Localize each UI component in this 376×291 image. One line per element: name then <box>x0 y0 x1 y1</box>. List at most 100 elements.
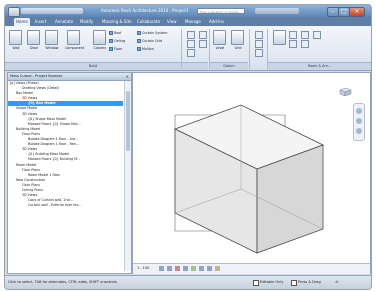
mullion-icon <box>137 47 141 51</box>
ceiling-button[interactable]: Ceiling <box>109 39 125 44</box>
scrollbar[interactable] <box>124 81 131 271</box>
work-plane-icon[interactable] <box>255 31 263 39</box>
room-button[interactable] <box>273 30 286 45</box>
roof-label: Roof <box>114 31 122 35</box>
panel-model-label[interactable] <box>182 62 208 70</box>
press-drag-label: Press & Drag <box>298 280 321 284</box>
search-input[interactable]: Type a keyword or phrase <box>197 8 245 14</box>
area-boundary-icon[interactable] <box>301 31 309 39</box>
panel-room-area-label[interactable]: Room & Are... <box>268 62 371 70</box>
editable-only-label: Editable Only <box>260 280 284 284</box>
scrollbar-thumb[interactable] <box>126 91 130 151</box>
show-icon[interactable] <box>255 49 263 57</box>
tab-manage[interactable]: Manage <box>185 18 201 26</box>
ref-plane-icon[interactable] <box>255 40 263 48</box>
roof-button[interactable]: Roof <box>109 31 121 36</box>
viewcube[interactable] <box>338 87 352 97</box>
navigation-bar[interactable] <box>353 103 365 141</box>
panel-build-label[interactable]: Build <box>5 62 181 70</box>
filter-count[interactable]: :0 <box>335 277 338 287</box>
wall-icon <box>9 30 22 45</box>
door-button[interactable]: Door <box>27 30 40 50</box>
project-browser-title: Mass Cutout - Project Browser <box>10 74 63 78</box>
view-control-bar: 1 : 100 <box>133 263 370 274</box>
column-button[interactable]: Column <box>93 30 106 50</box>
tab-modify[interactable]: Modify <box>80 18 93 26</box>
status-bar: Click to select, TAB for alternates, CTR… <box>5 275 371 289</box>
close-button[interactable]: × <box>349 7 365 17</box>
wall-button[interactable]: Wall <box>9 30 22 50</box>
grid-button[interactable]: Grid <box>231 30 244 50</box>
level-label: Level <box>215 46 225 50</box>
mullion-button[interactable]: Mullion <box>137 47 154 52</box>
component-label: Component <box>65 46 85 50</box>
window-icon <box>45 30 58 45</box>
floor-label: Floor <box>114 47 123 51</box>
ceiling-icon <box>109 39 113 43</box>
grid-label: Grid <box>234 46 242 50</box>
area-tag-icon[interactable] <box>301 40 309 48</box>
legend-icon[interactable] <box>313 31 321 39</box>
model-line-icon[interactable] <box>187 40 195 48</box>
curtain-grid-icon <box>137 39 141 43</box>
room-separator-icon[interactable] <box>199 31 207 39</box>
model-group-icon[interactable] <box>187 49 195 57</box>
floor-icon <box>109 47 113 51</box>
curtain-system-button[interactable]: Curtain System <box>137 31 167 36</box>
area-icon[interactable] <box>289 40 297 48</box>
model-text-icon[interactable] <box>187 31 195 39</box>
tab-collaborate[interactable]: Collaborate <box>137 18 160 26</box>
quick-access-toolbar[interactable] <box>21 8 83 14</box>
window-button[interactable]: Window <box>45 30 59 50</box>
steering-wheel-icon[interactable] <box>356 108 362 114</box>
curtain-system-label: Curtain System <box>142 31 168 35</box>
editable-only-checkbox[interactable] <box>253 280 259 286</box>
opening-icon[interactable] <box>199 40 207 48</box>
ceiling-label: Ceiling <box>114 39 126 43</box>
view-scale[interactable]: 1 : 100 <box>137 264 149 273</box>
room-tag-icon[interactable] <box>289 31 297 39</box>
tab-add-ins[interactable]: Add-Ins <box>209 18 224 26</box>
title-bar: Autodesk Revit Architecture 2010 - Proje… <box>5 5 371 17</box>
press-drag-checkbox[interactable] <box>291 280 297 286</box>
project-browser-header: Mass Cutout - Project Browser × <box>8 73 131 81</box>
tab-view[interactable]: View <box>167 18 177 26</box>
column-icon <box>93 30 106 45</box>
zoom-icon[interactable] <box>356 118 362 124</box>
status-hint: Click to select, TAB for alternates, CTR… <box>8 280 118 284</box>
level-button[interactable]: Level <box>213 30 226 50</box>
curtain-grid-button[interactable]: Curtain Grid <box>137 39 162 44</box>
ribbon-tab-bar: Home Insert Annotate Modify Massing & Si… <box>5 17 371 26</box>
tab-massing-site[interactable]: Massing & Site <box>102 18 132 26</box>
level-icon <box>213 30 226 45</box>
project-tree[interactable]: [o] Views (Phase) Drafting Views (Detail)… <box>8 81 123 271</box>
viewcube-icon <box>339 87 352 97</box>
tab-home[interactable]: Home <box>14 18 30 26</box>
tab-annotate[interactable]: Annotate <box>55 18 73 26</box>
window-label: Window <box>45 46 59 50</box>
mullion-label: Mullion <box>142 47 154 51</box>
panel-datum-label[interactable]: Datum <box>210 62 248 70</box>
wall-label: Wall <box>12 46 20 50</box>
pan-icon[interactable] <box>356 128 362 134</box>
box-model-drawing[interactable] <box>133 73 370 261</box>
panel-separator <box>249 29 250 69</box>
curtain-system-icon <box>137 31 141 35</box>
3d-view-canvas[interactable]: 1 : 100 <box>132 72 371 274</box>
close-icon[interactable]: × <box>126 73 129 80</box>
tab-insert[interactable]: Insert <box>35 18 46 26</box>
door-icon <box>27 30 40 45</box>
application-menu-button[interactable] <box>8 7 20 17</box>
curtain-grid-label: Curtain Grid <box>142 39 163 43</box>
roof-icon <box>109 31 113 35</box>
floor-button[interactable]: Floor <box>109 47 122 52</box>
view-control-icons[interactable] <box>159 265 229 273</box>
column-label: Column <box>93 46 107 50</box>
window-title: Autodesk Revit Architecture 2010 - Proje… <box>101 8 189 13</box>
component-button[interactable]: Component <box>65 30 84 50</box>
door-label: Door <box>30 46 38 50</box>
component-icon <box>67 30 80 45</box>
tree-item[interactable]: Curtain wall - Exterior ever lev... <box>8 203 123 208</box>
room-icon <box>273 30 286 45</box>
infocenter-toolbar[interactable] <box>255 8 299 14</box>
